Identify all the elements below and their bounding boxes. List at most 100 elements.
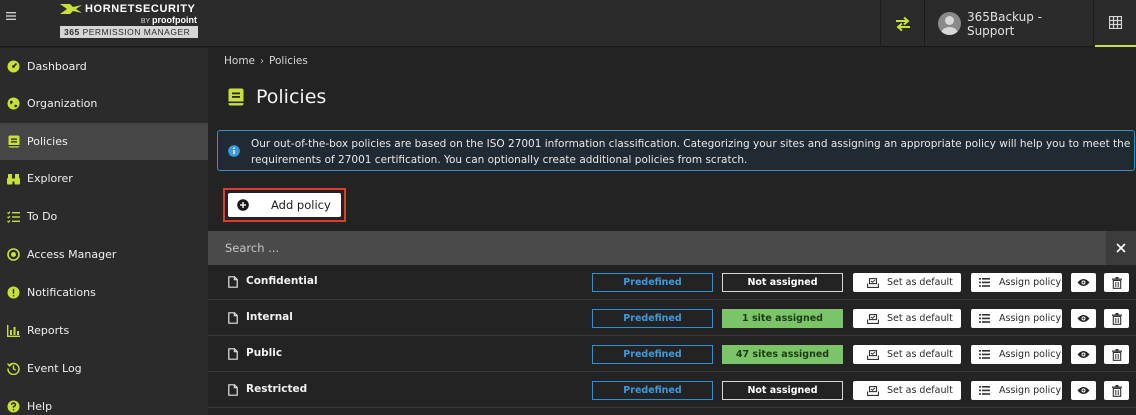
- set-as-default-label: Set as default: [887, 385, 953, 396]
- sidebar-item-label: Help: [27, 400, 53, 413]
- list-icon: [979, 314, 990, 323]
- set-as-default-label: Set as default: [887, 313, 953, 324]
- table-row: Internal Predefined 1 site assigned Set …: [208, 301, 1136, 336]
- binoculars-icon: [7, 172, 20, 185]
- document-icon: [228, 348, 238, 360]
- assignment-badge[interactable]: 1 site assigned: [722, 309, 843, 328]
- sidebar-item-help[interactable]: Help: [0, 388, 208, 415]
- brand-by-line: BY proofpoint: [140, 15, 197, 25]
- document-icon: [228, 312, 238, 324]
- trash-icon: [1111, 384, 1122, 397]
- search-bar: [208, 231, 1136, 265]
- policy-name[interactable]: Confidential: [246, 275, 318, 287]
- info-icon: [228, 145, 240, 157]
- assign-policy-button[interactable]: Assign policy: [971, 381, 1062, 400]
- breadcrumb-current: Policies: [269, 55, 308, 67]
- trash-icon: [1111, 312, 1122, 325]
- breadcrumb-separator: ›: [260, 55, 265, 67]
- table-row: Public Predefined 47 sites assigned Set …: [208, 337, 1136, 372]
- sidebar-item-label: Organization: [27, 97, 98, 110]
- app-logo[interactable]: HORNETSECURITY BY proofpoint 365 PERMISS…: [60, 2, 200, 40]
- view-button[interactable]: [1071, 309, 1096, 328]
- assignment-badge[interactable]: 47 sites assigned: [722, 345, 843, 364]
- assign-policy-label: Assign policy: [999, 277, 1062, 288]
- predefined-badge: Predefined: [592, 273, 713, 292]
- sidebar-item-policies[interactable]: Policies: [0, 123, 208, 160]
- table-row: Restricted Predefined Not assigned Set a…: [208, 373, 1136, 408]
- predefined-badge: Predefined: [592, 309, 713, 328]
- policy-name[interactable]: Public: [246, 347, 282, 359]
- hamburger-icon[interactable]: [6, 10, 20, 24]
- product-name: 365 PERMISSION MANAGER: [60, 26, 198, 38]
- set-as-default-button[interactable]: Set as default: [853, 345, 961, 364]
- view-button[interactable]: [1071, 345, 1096, 364]
- default-tray-icon: [867, 313, 879, 324]
- search-input[interactable]: [208, 231, 1106, 265]
- add-policy-button[interactable]: Add policy: [228, 193, 341, 217]
- assignment-badge: Not assigned: [722, 273, 843, 292]
- sidebar-item-reports[interactable]: Reports: [0, 312, 208, 349]
- sidebar-item-label: Policies: [27, 135, 68, 148]
- add-policy-label: Add policy: [271, 198, 331, 212]
- policy-name[interactable]: Restricted: [246, 383, 307, 395]
- default-tray-icon: [867, 349, 879, 360]
- sidebar-item-dashboard[interactable]: Dashboard: [0, 48, 208, 85]
- predefined-badge: Predefined: [592, 381, 713, 400]
- sidebar-item-label: To Do: [27, 210, 58, 223]
- sidebar-item-explorer[interactable]: Explorer: [0, 160, 208, 197]
- assign-policy-button[interactable]: Assign policy: [971, 345, 1062, 364]
- set-as-default-button[interactable]: Set as default: [853, 273, 961, 292]
- view-button[interactable]: [1071, 273, 1096, 292]
- set-as-default-button[interactable]: Set as default: [853, 381, 961, 400]
- target-icon: [7, 248, 20, 261]
- delete-button[interactable]: [1104, 381, 1129, 400]
- set-as-default-label: Set as default: [887, 349, 953, 360]
- info-banner: Our out-of-the-box policies are based on…: [217, 130, 1135, 171]
- policy-name[interactable]: Internal: [246, 311, 293, 323]
- view-button[interactable]: [1071, 381, 1096, 400]
- assign-policy-button[interactable]: Assign policy: [971, 309, 1062, 328]
- user-menu[interactable]: 365Backup - Support: [926, 0, 1094, 47]
- sidebar-item-organization[interactable]: Organization: [0, 85, 208, 122]
- sidebar-item-label: Explorer: [27, 172, 73, 185]
- avatar: [938, 12, 961, 35]
- list-icon: [979, 278, 990, 287]
- assign-policy-button[interactable]: Assign policy: [971, 273, 1062, 292]
- set-as-default-button[interactable]: Set as default: [853, 309, 961, 328]
- sidebar-item-notifications[interactable]: Notifications: [0, 274, 208, 311]
- sidebar-item-access-manager[interactable]: Access Manager: [0, 236, 208, 273]
- delete-button[interactable]: [1104, 273, 1129, 292]
- breadcrumb: Home › Policies: [224, 55, 308, 67]
- apps-grid-button[interactable]: [1095, 0, 1136, 47]
- sidebar-item-todo[interactable]: To Do: [0, 198, 208, 235]
- sidebar-item-event-log[interactable]: Event Log: [0, 350, 208, 387]
- eye-icon: [1077, 387, 1090, 394]
- swap-tenant-button[interactable]: [880, 0, 925, 47]
- sidebar-item-label: Access Manager: [27, 248, 117, 261]
- hornet-logo-icon: [60, 4, 82, 14]
- eye-icon: [1077, 351, 1090, 358]
- breadcrumb-home-link[interactable]: Home: [224, 55, 255, 67]
- policy-book-icon: [7, 135, 20, 148]
- clear-search-button[interactable]: [1106, 231, 1136, 265]
- assign-policy-label: Assign policy: [999, 385, 1062, 396]
- checklist-icon: [7, 210, 20, 223]
- policy-book-icon: [228, 88, 244, 106]
- trash-icon: [1111, 276, 1122, 289]
- page-title-text: Policies: [256, 86, 327, 108]
- assign-policy-label: Assign policy: [999, 349, 1062, 360]
- user-name: 365Backup - Support: [966, 9, 1042, 38]
- sidebar-item-label: Notifications: [27, 286, 96, 299]
- eye-icon: [1077, 279, 1090, 286]
- predefined-badge: Predefined: [592, 345, 713, 364]
- delete-button[interactable]: [1104, 309, 1129, 328]
- document-icon: [228, 384, 238, 396]
- delete-button[interactable]: [1104, 345, 1129, 364]
- default-tray-icon: [867, 277, 879, 288]
- list-icon: [979, 386, 990, 395]
- assign-policy-label: Assign policy: [999, 313, 1062, 324]
- bar-chart-icon: [7, 324, 20, 337]
- alert-icon: [7, 286, 20, 299]
- sidebar-item-label: Reports: [27, 324, 70, 337]
- sidebar-item-label: Dashboard: [27, 60, 87, 73]
